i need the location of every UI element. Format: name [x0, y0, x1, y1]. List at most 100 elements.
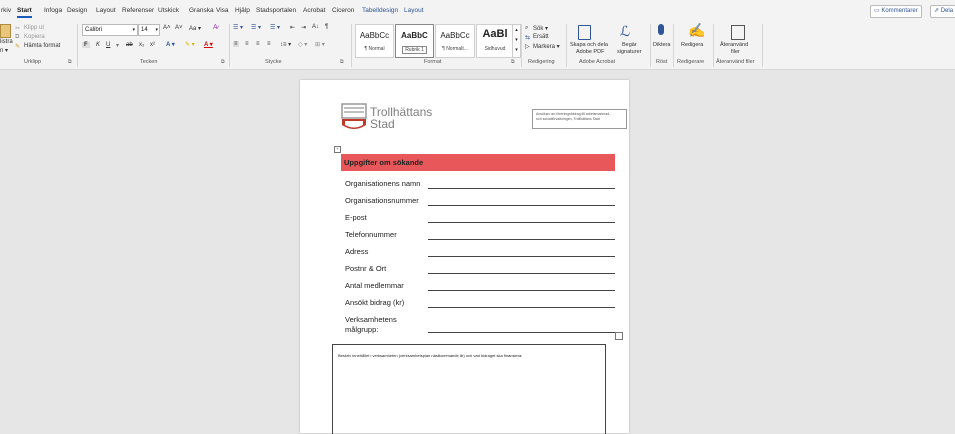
tab-table-design[interactable]: Tabelldesign [362, 7, 398, 14]
highlight-icon[interactable]: ✎ ▾ [185, 41, 195, 48]
reuse-files-icon[interactable] [731, 25, 745, 40]
styles-launcher-icon[interactable]: ⧉ [511, 59, 515, 65]
request-signatures-button-line2[interactable]: signaturer [617, 49, 641, 55]
shading-icon[interactable]: ◇ ▾ [298, 41, 307, 48]
font-size-value: 14 [141, 27, 148, 33]
text-effects-icon[interactable]: A ▾ [166, 41, 175, 48]
create-share-pdf-button-line2[interactable]: Adobe PDF [576, 49, 604, 55]
field-line-phone[interactable] [428, 239, 615, 240]
cut-icon: ✂ [15, 26, 21, 32]
trollhattan-logo-icon [341, 103, 367, 129]
align-center-icon[interactable]: ≡ [245, 41, 249, 47]
request-signatures-button[interactable]: Begär [622, 42, 637, 48]
document-header-box: Ansökan om föreningsbidrag till arbetsma… [532, 109, 627, 129]
tab-table-layout[interactable]: Layout [404, 7, 424, 14]
select-button[interactable]: Markera ▾ [533, 43, 560, 50]
tab-insert[interactable]: Infoga [44, 7, 62, 14]
paste-dropdown[interactable]: n ▾ [0, 47, 8, 54]
multilevel-list-icon[interactable]: ☰ ▾ [270, 24, 280, 31]
strikethrough-button[interactable]: ab [126, 42, 133, 48]
clear-formatting-icon[interactable]: A̷ [213, 24, 218, 31]
field-label-phone: Telefonnummer [345, 230, 397, 239]
tab-view[interactable]: Visa [216, 7, 229, 14]
numbering-icon[interactable]: ☰ ▾ [251, 24, 261, 31]
change-case-button[interactable]: Aa ▾ [189, 25, 201, 32]
underline-button[interactable]: U [106, 42, 110, 48]
paste-icon[interactable] [0, 24, 11, 38]
tab-references[interactable]: Referenser [122, 7, 154, 14]
paragraph-launcher-icon[interactable]: ⧉ [340, 59, 344, 65]
create-pdf-icon[interactable] [578, 25, 591, 40]
style-heading1[interactable]: AaBbC Rubrik 1 [395, 24, 434, 58]
field-line-email[interactable] [428, 222, 615, 223]
shrink-font-button[interactable]: A˅ [175, 25, 183, 31]
field-line-postal[interactable] [428, 273, 615, 274]
description-textbox[interactable]: Beskriv innehållet i verksamheten (verks… [332, 344, 606, 434]
style-normal[interactable]: AaBbCc ¶ Normal [355, 24, 394, 58]
tab-file[interactable]: rkiv [1, 7, 11, 14]
ribbon: listra n ▾ ✂ Klipp ut ⧉ Kopiera ✎ Hämta … [0, 21, 955, 70]
align-left-icon[interactable]: ≡ [233, 41, 239, 47]
reuse-files-button-line2[interactable]: filer [731, 49, 740, 55]
table-resize-handle-icon[interactable] [615, 332, 623, 340]
font-size-box[interactable]: 14 ▾ [138, 24, 160, 36]
tab-design[interactable]: Design [67, 7, 87, 14]
tab-acrobat[interactable]: Acrobat [303, 7, 325, 14]
grow-font-button[interactable]: A˄ [163, 25, 171, 31]
font-name-box[interactable]: Calibri ▾ [82, 24, 138, 36]
reuse-files-button[interactable]: Återanvänd [720, 42, 748, 48]
align-right-icon[interactable]: ≡ [256, 41, 260, 47]
table-move-handle-icon[interactable]: + [334, 146, 341, 153]
microphone-icon[interactable] [658, 24, 664, 35]
clipboard-launcher-icon[interactable]: ⧉ [68, 59, 72, 65]
field-line-members[interactable] [428, 290, 615, 291]
format-painter-button[interactable]: Hämta format [24, 43, 60, 49]
tab-review[interactable]: Granska [189, 7, 214, 14]
tab-stadsportalen[interactable]: Stadsportalen [256, 7, 296, 14]
copy-button[interactable]: Kopiera [24, 34, 45, 40]
font-color-icon[interactable]: A ▾ [204, 41, 213, 48]
share-label: Dela [940, 8, 954, 14]
superscript-button[interactable]: x² [150, 42, 155, 48]
create-share-pdf-button[interactable]: Skapa och dela [570, 42, 608, 48]
replace-button[interactable]: Ersätt [533, 34, 549, 40]
dictate-button[interactable]: Diktera [653, 42, 670, 48]
find-button[interactable]: Sök ▾ [533, 25, 548, 32]
bold-button[interactable]: F [82, 42, 90, 48]
tab-help[interactable]: Hjälp [235, 7, 250, 14]
reuse-group-label: Återanvänd filer [716, 59, 755, 65]
justify-icon[interactable]: ≡ [267, 41, 271, 47]
tab-mailings[interactable]: Utskick [158, 7, 179, 14]
tab-layout[interactable]: Layout [96, 7, 116, 14]
tab-home[interactable]: Start [17, 7, 32, 18]
style-normal-alt[interactable]: AaBbCc ¶ Normalt... [435, 24, 475, 58]
paste-label[interactable]: listra [0, 39, 13, 45]
increase-indent-icon[interactable]: ⇥ [301, 24, 306, 31]
share-button[interactable]: ⇗ Dela [930, 5, 955, 18]
editor-pen-icon[interactable]: ✍ [688, 22, 705, 39]
field-line-address[interactable] [428, 256, 615, 257]
chevron-down-icon[interactable]: ▾ [116, 42, 119, 49]
line-spacing-icon[interactable]: ↕≡ ▾ [280, 41, 291, 48]
italic-button[interactable]: K [96, 42, 100, 48]
bullets-icon[interactable]: ☰ ▾ [233, 24, 243, 31]
styles-scroll[interactable]: ▴ ▾ ▾ [512, 24, 521, 58]
tab-ciceron[interactable]: Ciceron [332, 7, 354, 14]
signature-icon[interactable]: ℒ [620, 23, 630, 40]
comments-button[interactable]: ▭ Kommentarer [870, 5, 922, 18]
subscript-button[interactable]: x₂ [139, 42, 144, 48]
cut-button[interactable]: Klipp ut [24, 25, 44, 31]
editor-button[interactable]: Redigera [681, 42, 703, 48]
font-launcher-icon[interactable]: ⧉ [221, 59, 225, 65]
borders-icon[interactable]: ⊞ ▾ [315, 41, 325, 48]
style-header[interactable]: AaBl Sidhuvud [476, 24, 514, 58]
sort-icon[interactable]: A↓ [312, 24, 319, 30]
decrease-indent-icon[interactable]: ⇤ [290, 24, 295, 31]
field-line-org-number[interactable] [428, 205, 615, 206]
field-line-grant-amount[interactable] [428, 307, 615, 308]
field-line-org-name[interactable] [428, 188, 615, 189]
pilcrow-icon[interactable]: ¶ [325, 24, 328, 30]
select-icon: ▷ [525, 44, 530, 50]
document-page[interactable]: Trollhättans Stad Ansökan om föreningsbi… [300, 80, 629, 434]
field-line-target-group[interactable] [428, 332, 615, 333]
